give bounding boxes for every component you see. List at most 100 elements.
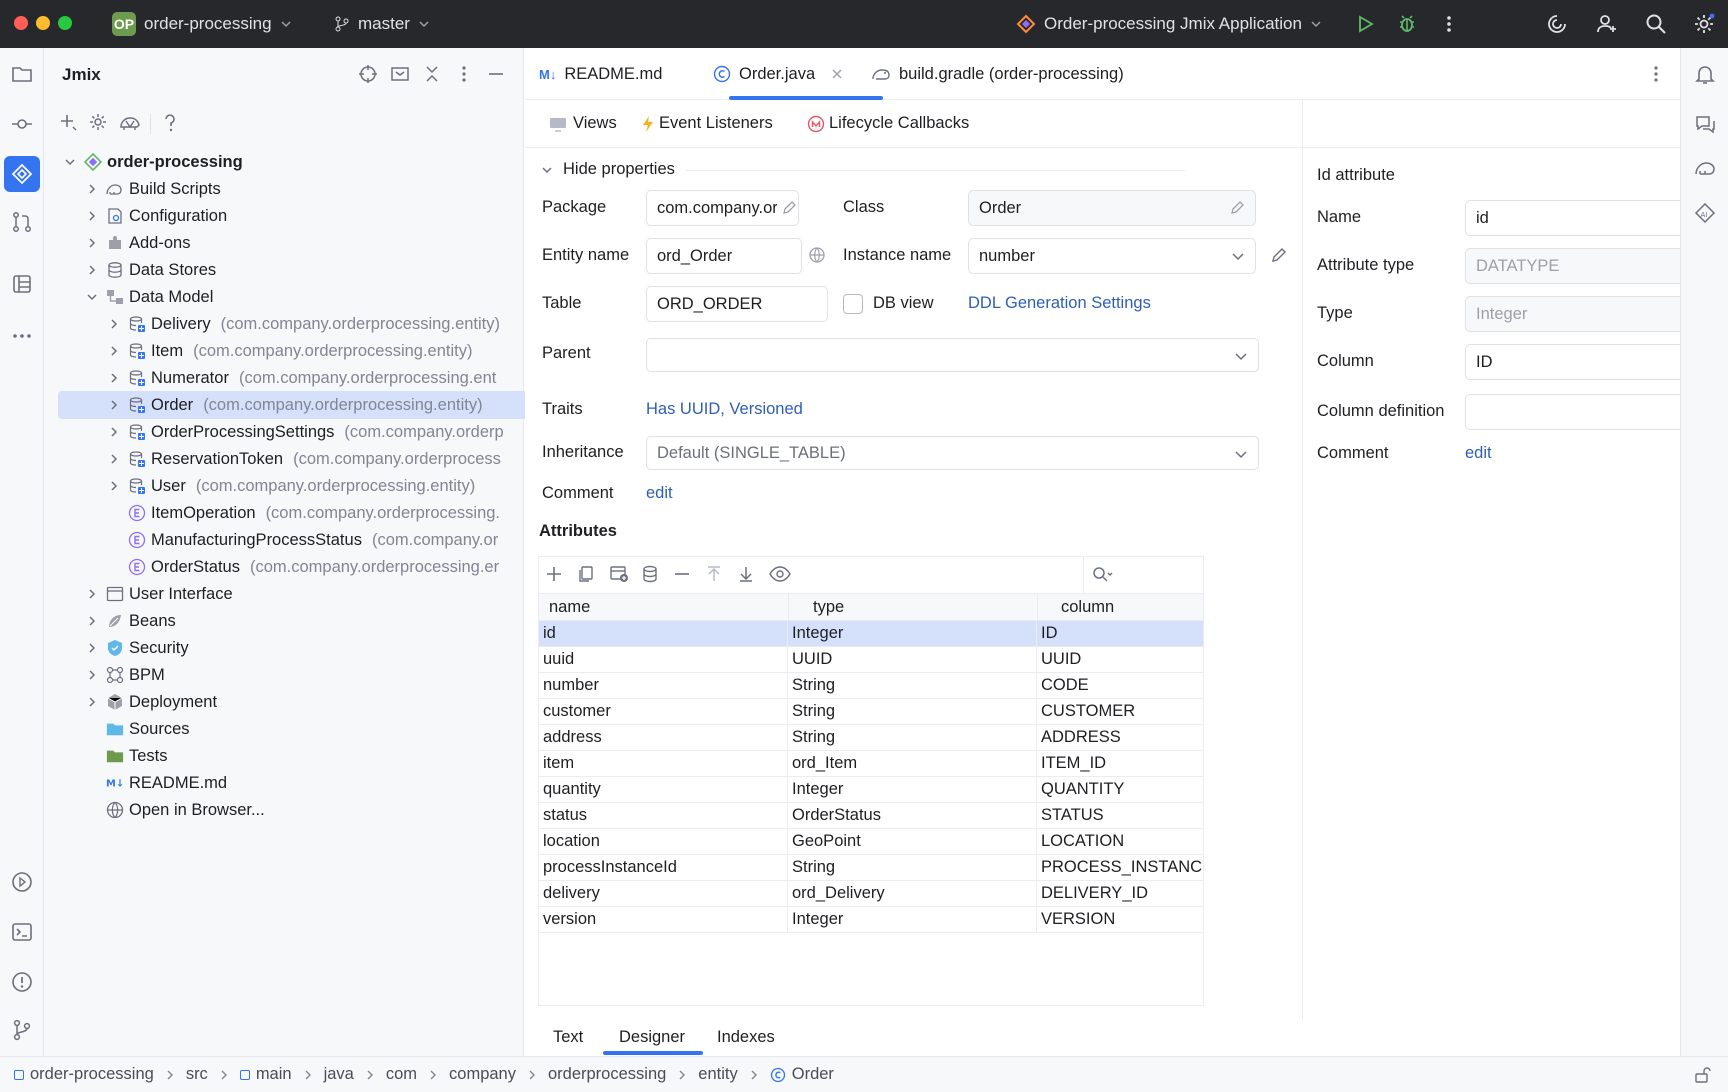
breadcrumb-item[interactable]: src: [186, 1065, 208, 1084]
class-field[interactable]: Order: [968, 190, 1256, 226]
tree-item[interactable]: Delivery (com.company.orderprocessing.ent…: [58, 310, 534, 338]
hide-properties-toggle[interactable]: Hide properties: [541, 160, 675, 179]
package-field[interactable]: com.company.ord: [646, 190, 799, 226]
project-switcher[interactable]: OP order-processing: [112, 0, 292, 48]
structure-tool-button[interactable]: [8, 270, 36, 298]
chevron-right-icon[interactable]: [86, 696, 98, 708]
chevron-right-icon[interactable]: [86, 210, 98, 222]
tree-expander[interactable]: [106, 316, 122, 332]
git-tool-button[interactable]: [8, 1016, 36, 1044]
tree-expander[interactable]: [84, 667, 100, 683]
new-button[interactable]: [58, 112, 80, 134]
more-actions-button[interactable]: [1437, 12, 1461, 36]
ai-assistant-button[interactable]: [1545, 12, 1569, 36]
add-attribute-button[interactable]: [545, 565, 563, 583]
column-header-column[interactable]: column: [1061, 598, 1114, 617]
commit-tool-button[interactable]: [8, 110, 36, 138]
tree-item[interactable]: OrderStatus (com.company.orderprocessing.…: [58, 553, 534, 581]
views-button[interactable]: Views: [549, 114, 617, 133]
help-button[interactable]: [160, 112, 182, 134]
tree-expander[interactable]: [84, 181, 100, 197]
table-row[interactable]: number String CODE: [539, 673, 1203, 699]
breadcrumb-item[interactable]: company: [449, 1065, 516, 1084]
run-button[interactable]: [1353, 12, 1377, 36]
traits-link[interactable]: Has UUID, Versioned: [646, 400, 803, 419]
tree-expander[interactable]: [106, 478, 122, 494]
table-row[interactable]: item ord_Item ITEM_ID: [539, 751, 1203, 777]
tree-item[interactable]: Data Stores: [58, 256, 534, 284]
expand-all-button[interactable]: [422, 64, 442, 84]
pencil-icon[interactable]: [1229, 200, 1245, 216]
ai-chat-button[interactable]: [1691, 110, 1719, 138]
copy-attribute-button[interactable]: [577, 565, 595, 583]
tree-item[interactable]: ItemOperation (com.company.orderprocessin…: [58, 499, 534, 527]
tree-item[interactable]: Tests: [58, 742, 534, 770]
zoom-window-button[interactable]: [58, 16, 72, 30]
tree-expander[interactable]: [84, 208, 100, 224]
tree-item[interactable]: User Interface: [58, 580, 534, 608]
chevron-right-icon[interactable]: [108, 453, 120, 465]
table-field[interactable]: ORD_ORDER: [646, 286, 828, 322]
run-config-selector[interactable]: Order-processing Jmix Application: [1016, 0, 1322, 48]
add-from-dbms-button[interactable]: [609, 565, 629, 583]
more-tools-button[interactable]: [8, 322, 36, 350]
move-down-button[interactable]: [737, 565, 755, 583]
tree-expander[interactable]: [84, 235, 100, 251]
breadcrumb-item[interactable]: com: [386, 1065, 417, 1084]
tree-item[interactable]: Sources: [58, 715, 534, 743]
tree-item[interactable]: OrderProcessingSettings (com.company.orde…: [58, 418, 534, 446]
tree-expander[interactable]: [106, 370, 122, 386]
table-row[interactable]: delivery ord_Delivery DELIVERY_ID: [539, 881, 1203, 907]
close-icon[interactable]: [831, 68, 843, 80]
tree-expander[interactable]: [62, 154, 78, 170]
chevron-right-icon[interactable]: [86, 588, 98, 600]
tree-item[interactable]: User (com.company.orderprocessing.entity): [58, 472, 534, 500]
tree-expander[interactable]: [84, 613, 100, 629]
table-row[interactable]: customer String CUSTOMER: [539, 699, 1203, 725]
jmix-tool-button[interactable]: [4, 156, 40, 192]
tree-expander[interactable]: [84, 262, 100, 278]
comment-edit-link[interactable]: edit: [1465, 444, 1492, 463]
tree-item[interactable]: BPM: [58, 661, 534, 689]
tree-expander[interactable]: [106, 424, 122, 440]
services-tool-button[interactable]: [8, 868, 36, 896]
breadcrumb-item[interactable]: java: [324, 1065, 354, 1084]
tab-designer[interactable]: Designer: [619, 1028, 685, 1047]
tree-expander[interactable]: [84, 694, 100, 710]
branch-switcher[interactable]: master: [334, 0, 430, 48]
tab-indexes[interactable]: Indexes: [717, 1028, 775, 1047]
inheritance-dropdown[interactable]: Default (SINGLE_TABLE): [646, 436, 1259, 470]
code-with-me-button[interactable]: [1595, 12, 1619, 36]
tree-item[interactable]: Add-ons: [58, 229, 534, 257]
breadcrumb-item[interactable]: order-processing: [14, 1065, 154, 1084]
column-field[interactable]: ID: [1465, 344, 1685, 380]
chevron-right-icon[interactable]: [86, 642, 98, 654]
table-row[interactable]: id Integer ID: [539, 621, 1203, 647]
remove-attribute-button[interactable]: [673, 565, 691, 583]
ai-assistant-tool-button[interactable]: AI: [1691, 200, 1719, 228]
breadcrumb-item[interactable]: orderprocessing: [548, 1065, 666, 1084]
table-row[interactable]: processInstanceIdStringPROCESS_INSTANCE_…: [539, 855, 1203, 881]
tab-text[interactable]: Text: [553, 1028, 583, 1047]
lifecycle-callbacks-button[interactable]: Lifecycle Callbacks: [807, 114, 969, 133]
column-definition-field[interactable]: [1465, 394, 1685, 430]
event-listeners-button[interactable]: Event Listeners: [641, 114, 773, 133]
ddl-generation-settings-link[interactable]: DDL Generation Settings: [968, 294, 1151, 313]
collapse-all-button[interactable]: [390, 64, 410, 84]
breadcrumb-item[interactable]: main: [239, 1065, 292, 1084]
chevron-right-icon[interactable]: [86, 615, 98, 627]
column-header-name[interactable]: name: [549, 598, 590, 617]
instance-name-dropdown[interactable]: number: [968, 238, 1256, 274]
tab-order-java[interactable]: Order.java: [713, 48, 843, 100]
tree-item[interactable]: Open in Browser...: [58, 796, 534, 824]
tab-readme[interactable]: M↓ README.md: [539, 48, 662, 100]
chevron-right-icon[interactable]: [108, 426, 120, 438]
chevron-right-icon[interactable]: [86, 237, 98, 249]
close-window-button[interactable]: [14, 16, 28, 30]
tree-expander[interactable]: [106, 397, 122, 413]
chevron-right-icon[interactable]: [86, 669, 98, 681]
chevron-right-icon[interactable]: [108, 480, 120, 492]
tree-item[interactable]: Item (com.company.orderprocessing.entity): [58, 337, 534, 365]
debug-button[interactable]: [1395, 12, 1419, 36]
tree-item[interactable]: Configuration: [58, 202, 534, 230]
